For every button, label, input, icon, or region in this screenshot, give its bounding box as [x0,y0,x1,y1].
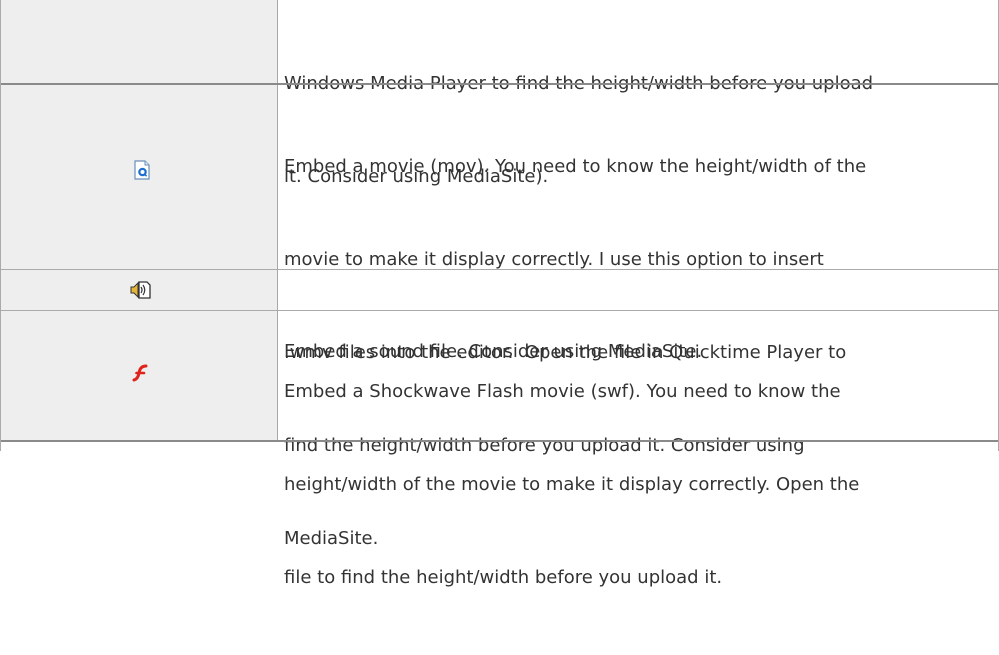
description-cell: Windows Media Player to find the height/… [278,0,998,187]
description-cell: Embed a Shockwave Flash movie (swf). You… [278,311,998,588]
description-cell: Embed a movie (mov). You need to know th… [278,85,998,549]
flash-icon [132,364,148,382]
quicktime-movie-icon [134,160,150,180]
table-row: Embed a movie (mov). You need to know th… [1,85,998,549]
description-line: file to find the height/width before you… [284,567,723,588]
description-line: Embed a movie (mov). You need to know th… [284,156,867,177]
icon-cell [1,85,278,269]
description-cell: Embed a sound file. Consider using Media… [278,270,998,362]
table-row: Windows Media Player to find the height/… [1,0,998,187]
media-options-table: Windows Media Player to find the height/… [0,0,999,588]
icon-cell [1,0,278,83]
icon-cell [1,270,278,310]
description-line: height/width of the movie to make it dis… [284,474,860,495]
description-line: MediaSite. [284,528,379,549]
row-divider [1,440,998,442]
table-row: Embed a sound file. Consider using Media… [1,270,998,362]
sound-file-icon [130,281,151,299]
table-row: Embed a Shockwave Flash movie (swf). You… [1,311,998,588]
description-line: Embed a Shockwave Flash movie (swf). You… [284,381,841,402]
icon-cell [1,311,278,440]
